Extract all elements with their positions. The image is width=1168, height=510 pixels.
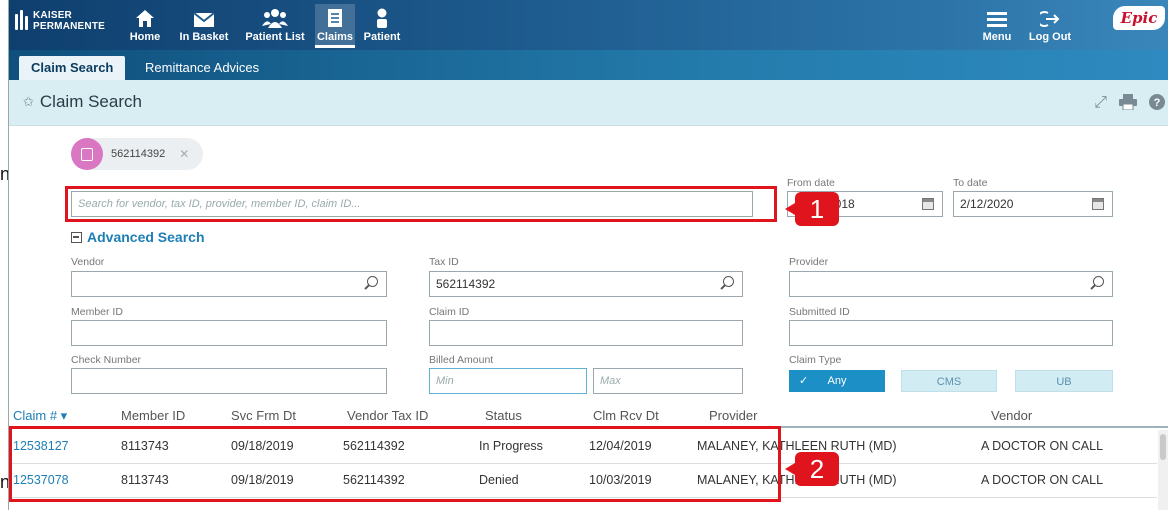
to-date-value: 2/12/2020 [960,197,1014,211]
tax-id-label: Tax ID [429,256,459,268]
results-table-header: Claim # ▾ Member ID Svc Frm Dt Vendor Ta… [9,404,1168,428]
collapse-icon [71,231,82,243]
brand-line2: PERMANENTE [33,21,106,32]
check-icon: ✓ [799,375,809,387]
claim-id-label: Claim ID [429,306,470,318]
search-icon[interactable] [1093,276,1104,287]
advanced-search-label: Advanced Search [87,229,205,245]
callout-badge-1: 1 [785,192,839,226]
table-scrollbar[interactable] [1158,430,1168,510]
nav-menu-label: Menu [982,31,1012,43]
member-id-label: Member ID [71,306,123,318]
tax-id-value: 562114392 [436,277,496,291]
home-icon [134,4,156,28]
column-provider[interactable]: Provider [709,408,757,423]
app-window: KAISER PERMANENTE Home In Basket Patient… [8,0,1168,510]
brand-line1: KAISER [33,10,72,21]
advanced-search-toggle[interactable]: Advanced Search [71,229,205,245]
provider-label: Provider [789,256,829,268]
chip-value: 562114392 [111,148,166,160]
nav-patient-list[interactable]: Patient List [239,4,311,48]
to-date-field[interactable]: 2/12/2020 [953,191,1113,217]
close-icon[interactable]: ✕ [179,147,189,161]
document-icon [327,4,343,28]
nav-home[interactable]: Home [123,4,167,48]
print-icon[interactable] [1119,94,1137,115]
column-vendor[interactable]: Vendor [991,408,1032,423]
hamburger-icon [987,4,1007,28]
column-member-id[interactable]: Member ID [121,408,185,423]
member-id-input[interactable] [71,320,387,346]
logout-icon [1040,4,1060,28]
submitted-id-input[interactable] [789,320,1113,346]
submitted-id-label: Submitted ID [789,306,850,318]
nav-in-basket[interactable]: In Basket [174,4,234,48]
column-clm-rcv-dt[interactable]: Clm Rcv Dt [593,408,659,423]
vendor-cell: A DOCTOR ON CALL [981,439,1104,453]
tax-id-input[interactable]: 562114392 [429,271,743,297]
claim-type-any-button[interactable]: ✓ Any [789,370,885,392]
check-number-input[interactable] [71,368,387,394]
claim-type-any-label: Any [827,375,847,387]
to-date-label: To date [953,177,988,189]
vendor-label: Vendor [71,256,105,268]
column-svc-frm-dt[interactable]: Svc Frm Dt [231,408,296,423]
people-icon [262,4,288,28]
nav-claims[interactable]: Claims [315,4,355,48]
claim-type-cms-button[interactable]: CMS [901,370,997,392]
column-claim-number[interactable]: Claim # ▾ [13,408,67,424]
tab-claim-search[interactable]: Claim Search [19,56,126,80]
provider-input[interactable] [789,271,1113,297]
billed-min-input[interactable]: Min [429,368,587,394]
search-icon[interactable] [367,276,378,287]
from-date-label: From date [787,177,835,189]
column-vendor-tax-id[interactable]: Vendor Tax ID [347,408,428,423]
calendar-icon[interactable] [1092,198,1104,210]
nav-patient-label: Patient [363,31,401,43]
callout-box-1 [65,186,777,222]
vendor-input[interactable] [71,271,387,297]
column-status[interactable]: Status [485,408,522,423]
nav-claims-label: Claims [316,31,354,43]
claim-id-input[interactable] [429,320,743,346]
claim-type-ub-button[interactable]: UB [1015,370,1113,392]
tax-id-filter-chip[interactable]: 562114392 ✕ [71,138,204,170]
page-title: Claim Search [39,92,142,111]
check-number-label: Check Number [71,354,142,366]
top-navigation-bar: KAISER PERMANENTE Home In Basket Patient… [9,0,1168,50]
kaiser-logo-icon [15,10,29,32]
vendor-cell: A DOCTOR ON CALL [981,473,1104,487]
epic-logo: Epic [1113,6,1165,30]
help-icon[interactable]: ? [1149,94,1165,115]
billed-amount-label: Billed Amount [429,354,494,366]
nav-patient[interactable]: Patient [359,4,405,48]
nav-in-basket-label: In Basket [179,31,229,43]
kaiser-logo: KAISER PERMANENTE [15,10,105,32]
envelope-icon [193,4,215,28]
page-header: ✩ Claim Search ⤢ ? [9,80,1168,126]
claim-type-label: Claim Type [789,354,842,366]
document-icon [71,138,103,170]
expand-icon[interactable]: ⤢ [1094,94,1107,115]
nav-patient-list-label: Patient List [245,31,305,43]
svg-text:?: ? [1154,97,1161,109]
nav-log-out-label: Log Out [1028,31,1072,43]
tab-remittance-advices[interactable]: Remittance Advices [133,56,271,80]
nav-menu[interactable]: Menu [977,4,1017,48]
calendar-icon[interactable] [922,198,934,210]
callout-box-2 [9,426,781,502]
billed-max-input[interactable]: Max [593,368,743,394]
nav-home-label: Home [129,31,161,43]
nav-log-out[interactable]: Log Out [1025,4,1075,48]
person-icon [374,4,390,28]
favorite-star-icon[interactable]: ✩ [23,94,34,110]
search-icon[interactable] [723,276,734,287]
callout-badge-2: 2 [785,452,839,486]
tab-strip: Claim Search Remittance Advices [9,50,1168,80]
